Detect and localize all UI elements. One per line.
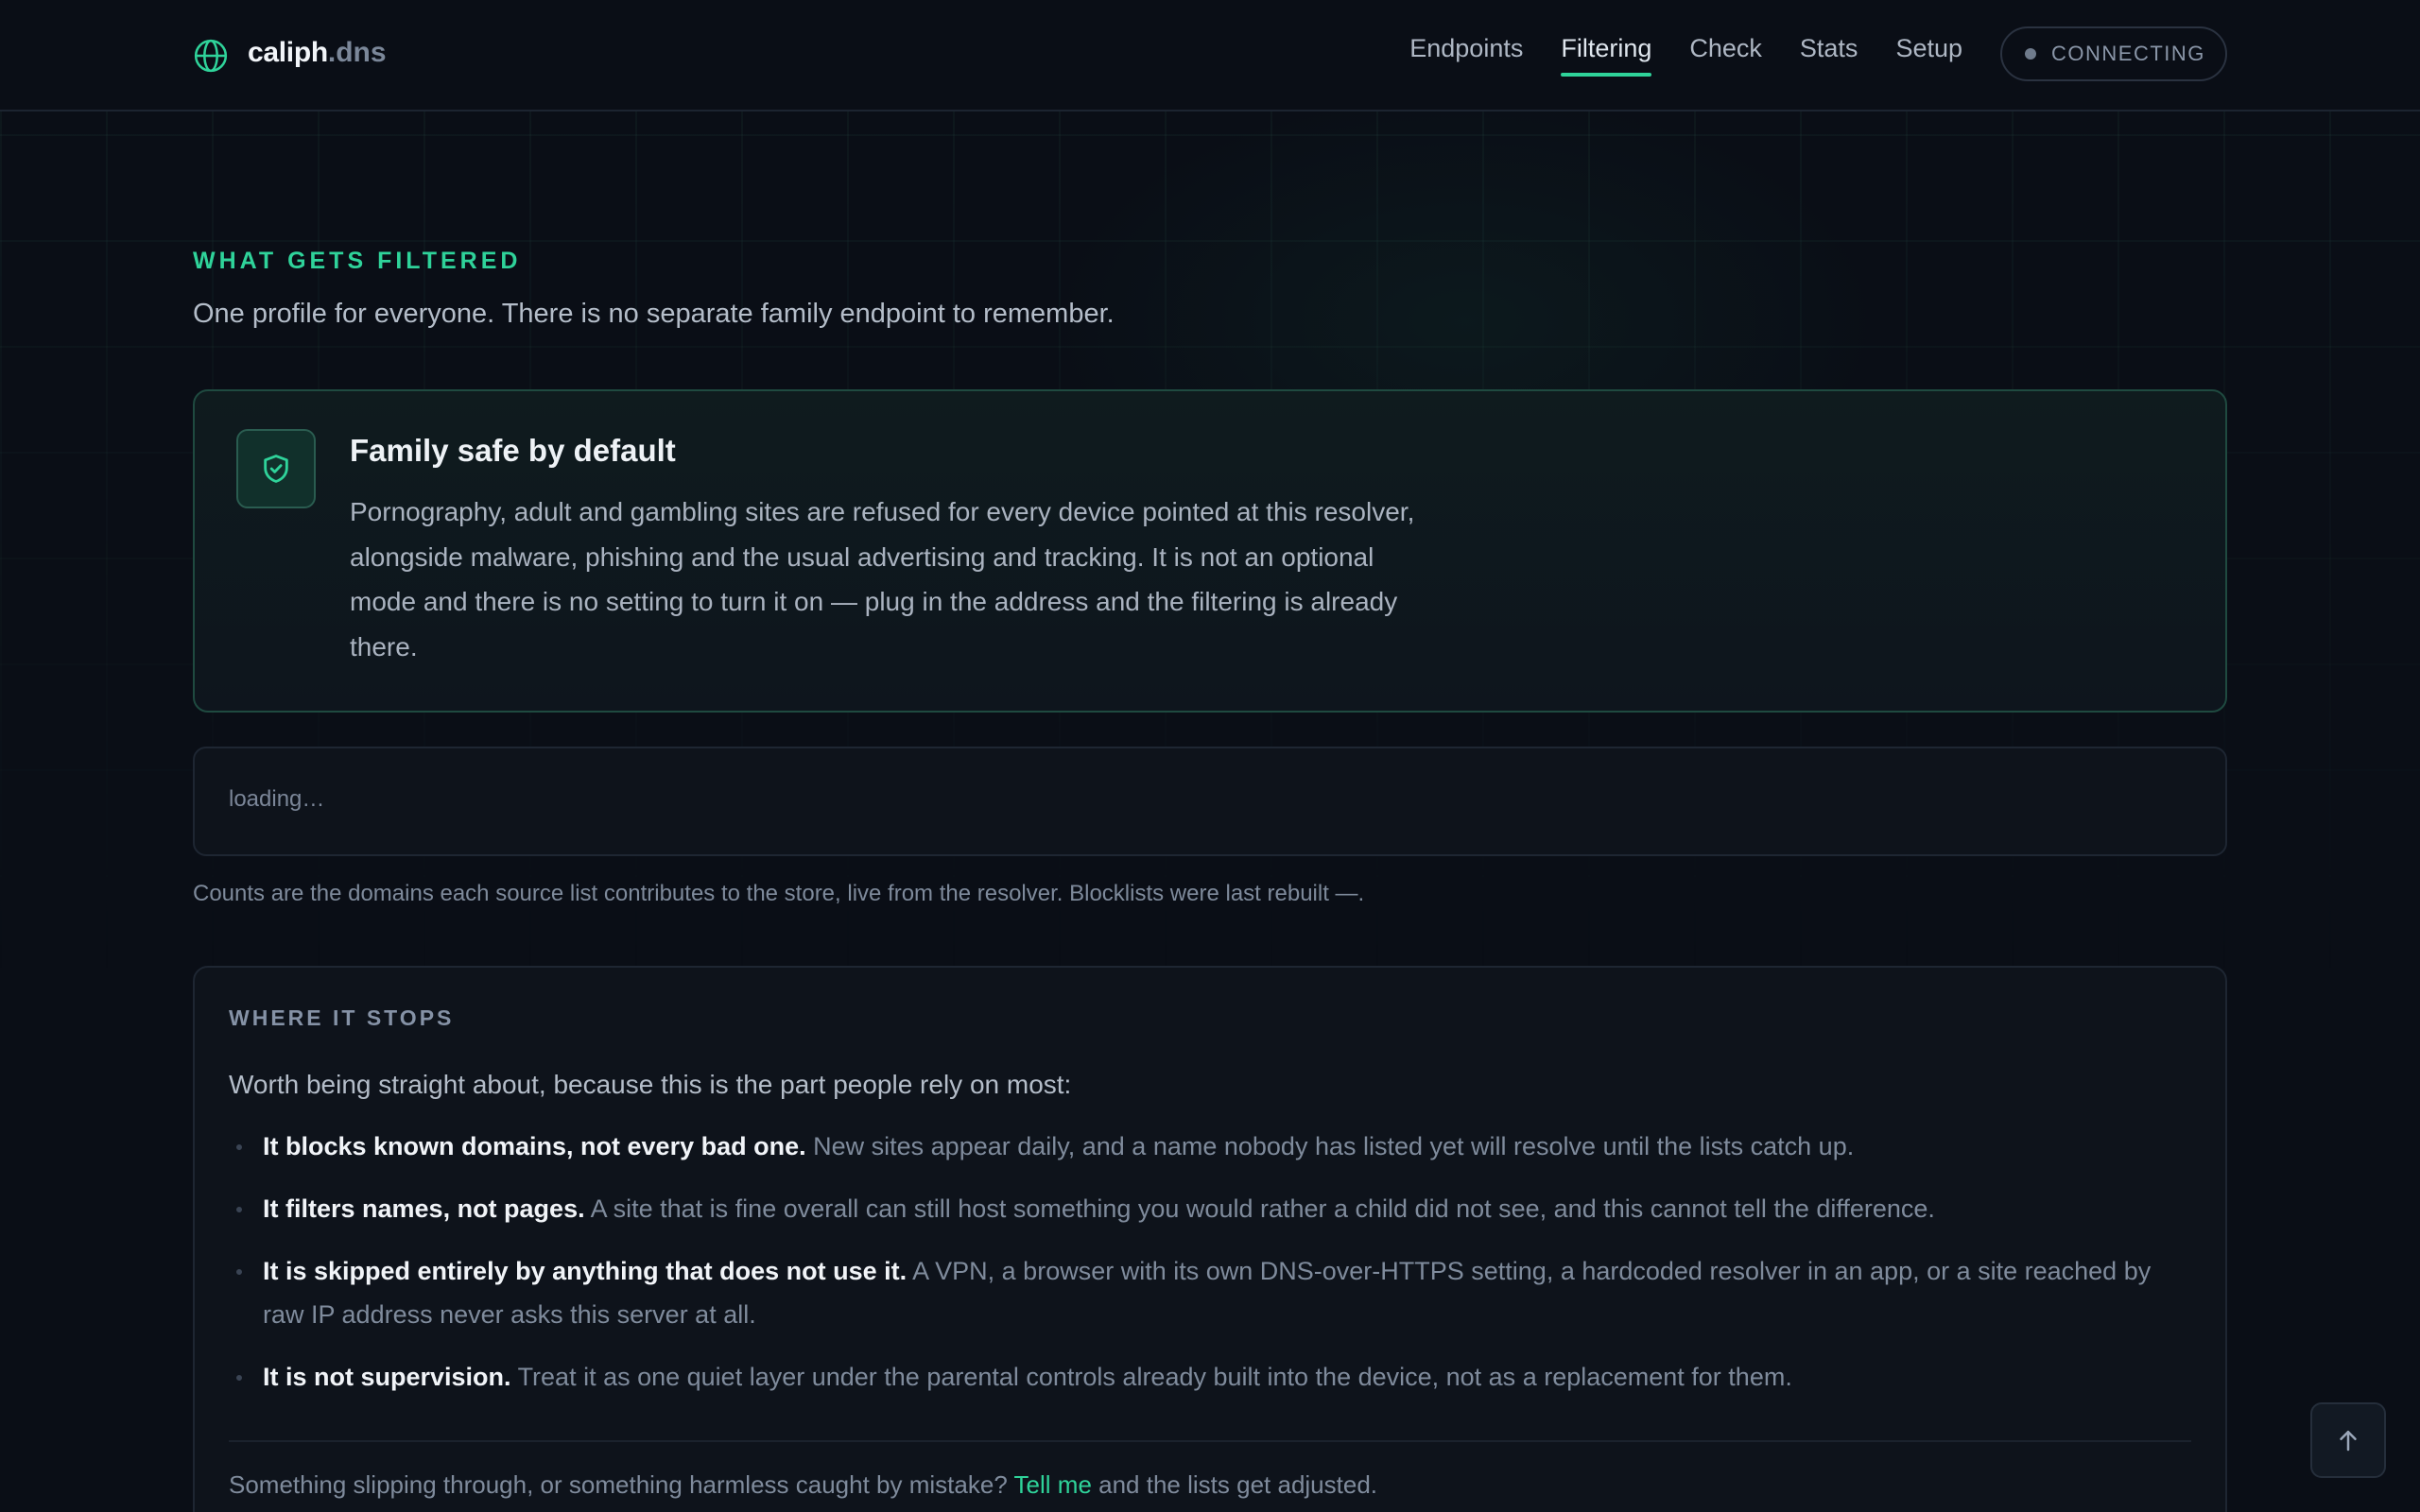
arrow-up-icon	[2340, 1431, 2357, 1452]
divider	[229, 1440, 2191, 1442]
loading-indicator: loading…	[229, 786, 325, 812]
list-item: It is skipped entirely by anything that …	[229, 1249, 2195, 1336]
stops-kicker: WHERE IT STOPS	[229, 1005, 455, 1030]
list-item-text: New sites appear daily, and a name nobod…	[813, 1132, 1855, 1160]
brand-tld: .dns	[327, 37, 387, 68]
connection-status-badge: CONNECTING	[2000, 26, 2227, 81]
family-card-body: Pornography, adult and gambling sites ar…	[350, 497, 1415, 662]
shield-check-icon	[264, 455, 288, 483]
stops-intro: Worth being straight about, because this…	[229, 1070, 1072, 1099]
nav-stats[interactable]: Stats	[1800, 34, 1858, 77]
nav-endpoints[interactable]: Endpoints	[1409, 34, 1523, 77]
limitations-list: It blocks known domains, not every bad o…	[229, 1125, 2195, 1418]
globe-icon	[194, 39, 228, 73]
list-item-text: A site that is fine overall can still ho…	[590, 1194, 1935, 1223]
status-dot-icon	[2025, 48, 2036, 60]
list-item-lead: It is not supervision.	[263, 1363, 511, 1391]
feedback-text-after: and the lists get adjusted.	[1098, 1470, 1378, 1499]
feedback-text-before: Something slipping through, or something…	[229, 1470, 1008, 1499]
list-item-lead: It filters names, not pages.	[263, 1194, 585, 1223]
status-label: CONNECTING	[2051, 42, 2205, 65]
counts-note: Counts are the domains each source list …	[193, 881, 1365, 906]
shield-badge	[236, 429, 316, 508]
site-header: caliph .dns Endpoints Filtering Check Sta…	[0, 0, 2420, 112]
family-card-title: Family safe by default	[350, 433, 676, 468]
feedback-note: Something slipping through, or something…	[229, 1470, 1377, 1500]
section-kicker: WHAT GETS FILTERED	[193, 248, 522, 274]
list-item-lead: It blocks known domains, not every bad o…	[263, 1132, 806, 1160]
scroll-to-top-button[interactable]	[2310, 1402, 2386, 1478]
brand-logo-link[interactable]: caliph .dns	[193, 32, 387, 74]
nav-check[interactable]: Check	[1689, 34, 1762, 77]
family-safe-card: Family safe by default Pornography, adul…	[193, 389, 2227, 713]
tell-me-link[interactable]: Tell me	[1014, 1470, 1092, 1499]
list-item-text: Treat it as one quiet layer under the pa…	[517, 1363, 1792, 1391]
main-nav: Endpoints Filtering Check Stats Setup	[1372, 34, 1962, 77]
nav-setup[interactable]: Setup	[1895, 34, 1962, 77]
list-item: It blocks known domains, not every bad o…	[229, 1125, 2195, 1168]
section-subtitle: One profile for everyone. There is no se…	[193, 299, 1115, 329]
list-item: It is not supervision. Treat it as one q…	[229, 1355, 2195, 1399]
list-item-lead: It is skipped entirely by anything that …	[263, 1257, 908, 1285]
brand-name: caliph	[248, 37, 328, 68]
where-it-stops-card: WHERE IT STOPS Worth being straight abou…	[193, 966, 2227, 1512]
source-counts-card: loading…	[193, 747, 2227, 856]
list-item: It filters names, not pages. A site that…	[229, 1187, 2195, 1230]
nav-filtering[interactable]: Filtering	[1561, 34, 1652, 77]
